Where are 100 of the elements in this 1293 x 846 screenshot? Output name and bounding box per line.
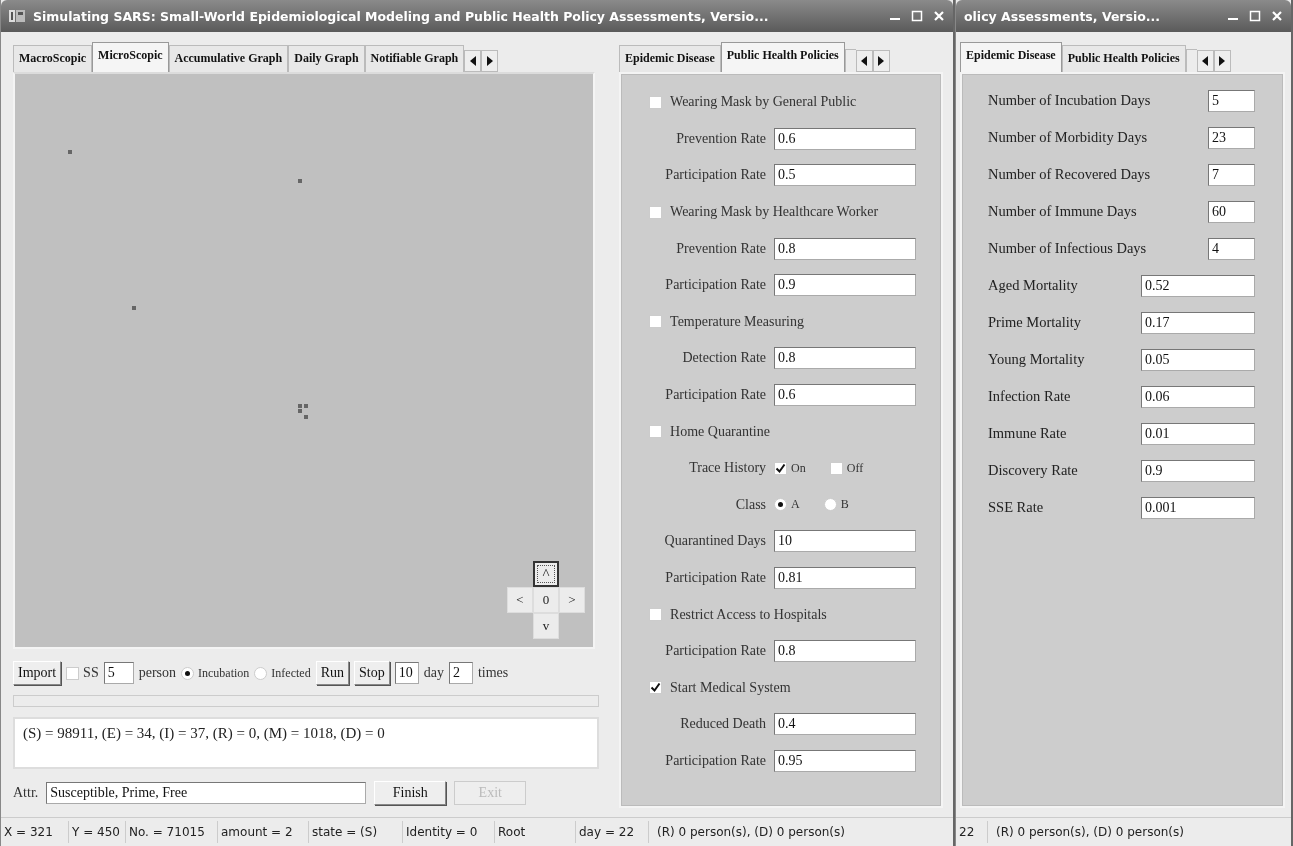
value-field[interactable]: 10 — [774, 530, 917, 553]
checkbox-label: SS — [83, 665, 99, 681]
checkbox[interactable] — [649, 315, 663, 329]
action-button[interactable]: Finish — [374, 781, 447, 805]
radio-button[interactable] — [823, 498, 837, 512]
radio-button[interactable] — [774, 498, 788, 512]
tab[interactable]: Daily Graph — [288, 45, 365, 72]
days-field[interactable]: 10 — [394, 662, 419, 684]
radio-button[interactable] — [254, 666, 268, 680]
value-field[interactable]: 0.6 — [774, 384, 917, 407]
times-field[interactable]: 2 — [448, 662, 473, 684]
checkbox-label: Home Quarantine — [670, 423, 770, 440]
right-triangle-icon — [1219, 56, 1226, 66]
tab[interactable]: MicroScopic — [92, 42, 169, 72]
value-field[interactable]: 0.8 — [774, 237, 917, 260]
checkbox[interactable] — [649, 681, 663, 695]
run-button[interactable]: Run — [315, 661, 349, 685]
import-button[interactable]: Import — [13, 661, 62, 685]
field-label: Quarantined Days — [663, 533, 768, 550]
maximize-icon[interactable] — [911, 10, 923, 22]
status-text: amount = 2 — [218, 821, 309, 843]
value-field[interactable]: 0.17 — [1141, 311, 1255, 334]
checkbox-label: Restrict Access to Hospitals — [670, 606, 827, 623]
field-label: Immune Rate — [988, 425, 1068, 442]
value-field[interactable]: 60 — [1208, 200, 1255, 223]
checkbox[interactable] — [649, 95, 663, 109]
value-field[interactable]: 5 — [1208, 89, 1255, 112]
scroll-left-button[interactable] — [1196, 50, 1214, 72]
tab[interactable]: Public Health Policies — [1061, 45, 1186, 72]
attribute-field[interactable]: Susceptible, Prime, Free — [46, 782, 367, 804]
field-label: Number of Infectious Days — [988, 240, 1148, 257]
value-field[interactable]: 0.05 — [1141, 348, 1255, 371]
option-label: On — [791, 460, 806, 476]
scroll-right-button[interactable] — [481, 50, 499, 72]
field-label: Number of Morbidity Days — [988, 129, 1149, 146]
reset-button[interactable]: 0 — [533, 587, 559, 613]
pan-down-button[interactable]: v — [533, 613, 559, 639]
value-field[interactable]: 23 — [1208, 126, 1255, 149]
checkbox[interactable] — [774, 461, 788, 475]
unit-label: person — [138, 665, 176, 681]
maximize-icon[interactable] — [1249, 10, 1261, 22]
close-icon[interactable] — [1271, 10, 1283, 22]
field-label: Number of Recovered Days — [988, 166, 1152, 183]
field-label: Participation Rate — [664, 387, 768, 404]
radio-button[interactable] — [181, 666, 194, 680]
tab[interactable]: Epidemic Disease — [960, 42, 1062, 72]
status-text: X = 321 — [1, 821, 69, 843]
field-label: Number of Incubation Days — [988, 92, 1152, 109]
radio-label: Infected — [271, 665, 311, 681]
persons-field[interactable]: 5 — [103, 662, 134, 684]
value-field[interactable]: 0.9 — [1141, 459, 1255, 482]
pan-up-button[interactable]: ^ — [533, 561, 559, 587]
value-field[interactable]: 0.81 — [774, 567, 917, 589]
value-field[interactable]: 0.01 — [1141, 422, 1255, 445]
scroll-left-button[interactable] — [855, 50, 873, 72]
value-field[interactable]: 0.6 — [774, 127, 917, 150]
left-triangle-icon — [469, 56, 476, 66]
status-text: No. = 71015 — [126, 821, 218, 843]
value-field[interactable]: 0.9 — [774, 274, 917, 297]
pan-right-button[interactable]: > — [559, 587, 585, 613]
checkbox[interactable] — [649, 205, 663, 219]
field-label: Prevention Rate — [675, 240, 768, 257]
tab[interactable]: Notifiable Graph — [364, 45, 465, 72]
value-field[interactable]: 0.8 — [774, 640, 917, 663]
value-field[interactable]: 4 — [1208, 237, 1255, 260]
close-icon[interactable] — [933, 10, 945, 22]
value-field[interactable]: 0.001 — [1141, 496, 1255, 519]
window-title: Simulating SARS: Small-World Epidemiological Modeling and Public Health Policy Assessments, Versio... — [33, 8, 770, 24]
field-label: SSE Rate — [988, 499, 1045, 516]
pan-left-button[interactable]: < — [507, 587, 533, 613]
checkbox-label: Temperature Measuring — [670, 313, 804, 330]
field-label: Prevention Rate — [675, 130, 768, 147]
checkbox-label: Start Medical System — [670, 679, 791, 696]
field-label: Prime Mortality — [988, 314, 1083, 331]
status-text: day = 22 — [576, 821, 649, 843]
scroll-left-button[interactable] — [464, 50, 482, 72]
value-field[interactable]: 0.95 — [774, 750, 917, 772]
unit-label: times — [477, 665, 509, 681]
radio-label: Incubation — [198, 665, 250, 681]
tab[interactable]: Epidemic Disease — [619, 45, 721, 72]
status-text: Root — [495, 821, 576, 843]
value-field[interactable]: 0.52 — [1141, 274, 1255, 297]
checkbox[interactable] — [649, 425, 663, 439]
status-text: (R) 0 person(s), (D) 0 person(s) — [995, 824, 1185, 841]
status-text: Y = 450 — [69, 821, 126, 843]
value-field[interactable]: 7 — [1208, 163, 1255, 186]
value-field[interactable]: 0.4 — [774, 713, 917, 736]
value-field[interactable]: 0.5 — [774, 164, 917, 187]
checkbox[interactable] — [649, 608, 663, 622]
value-field[interactable]: 0.06 — [1141, 385, 1255, 408]
checkbox[interactable] — [829, 461, 843, 475]
tab[interactable]: Public Health Policies — [720, 42, 845, 72]
value-field[interactable]: 0.8 — [774, 347, 917, 370]
window-title: olicy Assessments, Versio... — [964, 8, 1162, 24]
tab[interactable]: MacroScopic — [13, 45, 93, 72]
tab[interactable]: Accumulative Graph — [168, 45, 289, 72]
stop-button[interactable]: Stop — [354, 661, 390, 685]
left-triangle-icon — [1202, 56, 1209, 66]
checkbox[interactable] — [66, 666, 80, 680]
unit-label: day — [423, 665, 444, 681]
